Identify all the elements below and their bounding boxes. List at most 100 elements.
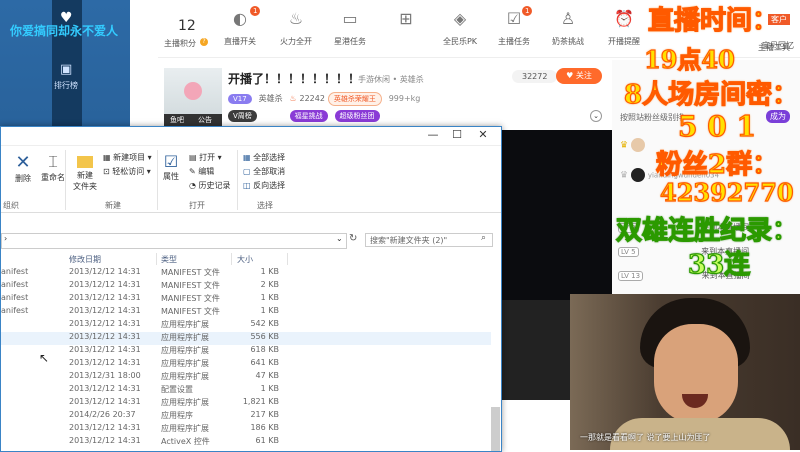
file-date: 2013/12/31 18:00 bbox=[69, 371, 141, 380]
file-size: 1 KB bbox=[260, 293, 279, 302]
file-row[interactable]: 2013/12/12 14:31 应用程序扩展 618 KB bbox=[1, 345, 491, 358]
file-size: 61 KB bbox=[255, 436, 279, 445]
file-size: 556 KB bbox=[250, 332, 279, 341]
search-icon[interactable]: ⌕ bbox=[481, 233, 486, 243]
toolbar-right-label[interactable]: 宝贝回忆 bbox=[762, 40, 794, 51]
file-name: anifest bbox=[1, 280, 29, 289]
file-date: 2013/12/12 14:31 bbox=[69, 293, 141, 302]
file-row[interactable]: 2013/12/12 14:31 应用程序扩展 186 KB bbox=[1, 423, 491, 436]
file-type: MANIFEST 文件 bbox=[161, 281, 220, 290]
file-row[interactable]: anifest 2013/12/12 14:31 MANIFEST 文件 1 KB bbox=[1, 267, 491, 280]
file-row[interactable]: 2013/12/12 14:31 ActiveX 控件 61 KB bbox=[1, 436, 491, 449]
thumb-tab-fishbar[interactable]: 鱼吧 bbox=[170, 115, 184, 125]
sidebar-item-ranking[interactable]: 排行榜 bbox=[54, 80, 78, 91]
ribbon: ✕ 删除 ⌶ 重命名 组织 新建 文件夹 ▦ 新建项目 ▾ ⊡ 轻松访问 ▾ 新… bbox=[1, 145, 501, 213]
select-none-button[interactable]: ▢ 全部取消 bbox=[243, 166, 285, 177]
easy-access-button[interactable]: ⊡ 轻松访问 ▾ bbox=[103, 166, 151, 177]
file-type: 应用程序扩展 bbox=[161, 424, 209, 433]
file-row[interactable]: 2013/12/12 14:31 应用程序扩展 556 KB bbox=[1, 332, 491, 345]
file-type: MANIFEST 文件 bbox=[161, 268, 220, 277]
column-header-row: 修改日期 类型 大小 bbox=[1, 251, 501, 267]
stream-video-area bbox=[500, 130, 612, 300]
file-row[interactable]: anifest 2013/12/12 14:31 MANIFEST 文件 1 KB bbox=[1, 306, 491, 319]
game-tag[interactable]: 英雄杀 bbox=[259, 94, 283, 103]
more-options-icon[interactable]: ⌄ bbox=[590, 110, 602, 122]
file-row[interactable]: 2013/12/12 14:31 配置设置 1 KB bbox=[1, 384, 491, 397]
toolbar-pk[interactable]: ◈ 全民乐PK bbox=[430, 8, 490, 47]
file-list: anifest 2013/12/12 14:31 MANIFEST 文件 1 KB an… bbox=[1, 267, 491, 451]
room-category[interactable]: 手游休闲 • 英雄杀 bbox=[358, 74, 424, 85]
toolbar-milktea[interactable]: ♙ 奶茶挑战 bbox=[538, 8, 598, 47]
select-all-button[interactable]: ▦ 全部选择 bbox=[243, 152, 285, 163]
fan-club-tag[interactable]: 超级粉丝团 bbox=[334, 110, 380, 122]
file-row[interactable]: 2013/12/12 14:31 应用程序扩展 542 KB bbox=[1, 319, 491, 332]
file-size: 217 KB bbox=[250, 410, 279, 419]
thumb-tab-notice[interactable]: 公告 bbox=[198, 115, 212, 125]
level-tag: V17 bbox=[228, 94, 252, 104]
crown-icon: ♛ bbox=[620, 170, 629, 181]
toolbar-star-task[interactable]: ▭ 星港任务 bbox=[320, 8, 380, 47]
search-input[interactable]: 搜索"新建文件夹 (2)" bbox=[365, 233, 493, 247]
avatar[interactable] bbox=[630, 138, 645, 152]
new-item-button[interactable]: ▦ 新建项目 ▾ bbox=[103, 152, 152, 163]
avatar[interactable] bbox=[630, 168, 645, 182]
toolbar-live-switch[interactable]: ◐ 1 直播开关 bbox=[210, 6, 270, 47]
points-label[interactable]: 主播积分 bbox=[164, 38, 196, 49]
open-button[interactable]: ▤ 打开 ▾ bbox=[189, 152, 222, 163]
toolbar-label: 全民乐PK bbox=[442, 37, 478, 46]
edit-button[interactable]: ✎ 编辑 bbox=[189, 166, 214, 177]
address-bar[interactable]: › ⌄ bbox=[1, 233, 347, 249]
overlay-line-4: 5 0 1 bbox=[677, 109, 756, 143]
overlay-line-2: 19点40 bbox=[643, 44, 735, 74]
toolbar-fire[interactable]: ♨ 火力全开 bbox=[266, 8, 326, 47]
challenge-tag[interactable]: 福星挑战 bbox=[289, 110, 328, 122]
column-header-size[interactable]: 大小 bbox=[237, 254, 253, 265]
column-header-type[interactable]: 类型 bbox=[161, 254, 177, 265]
room-tag-row2: V周榜 福星挑战 超级粉丝团 bbox=[228, 110, 380, 122]
select-none-label: 全部取消 bbox=[253, 167, 286, 176]
minimize-button[interactable]: — bbox=[421, 127, 445, 145]
file-size: 542 KB bbox=[250, 319, 279, 328]
scrollbar[interactable] bbox=[491, 407, 500, 451]
delete-button[interactable]: ✕ 删除 bbox=[15, 152, 31, 184]
address-dropdown-icon[interactable]: ⌄ bbox=[336, 234, 343, 243]
help-icon[interactable]: ? bbox=[200, 38, 208, 46]
file-type: 应用程序 bbox=[161, 411, 193, 420]
ranking-icon[interactable]: ▣ bbox=[60, 62, 72, 77]
toolbar-gift[interactable]: ⊞ bbox=[376, 8, 436, 36]
history-icon: ◔ bbox=[189, 181, 196, 190]
open-group-label: 打开 bbox=[189, 201, 205, 210]
history-button[interactable]: ◔ 历史记录 bbox=[189, 180, 231, 191]
follow-button[interactable]: ♥ 关注 bbox=[556, 68, 602, 84]
file-type: 应用程序扩展 bbox=[161, 346, 209, 355]
file-date: 2013/12/12 14:31 bbox=[69, 397, 141, 406]
select-all-icon: ▦ bbox=[243, 153, 251, 162]
file-row[interactable]: 2013/12/12 14:31 应用程序扩展 1,821 KB bbox=[1, 397, 491, 410]
refresh-icon[interactable]: ↻ bbox=[349, 233, 357, 244]
room-thumbnail[interactable]: 鱼吧 公告 bbox=[164, 68, 222, 126]
file-row[interactable]: 2014/2/26 20:37 应用程序 217 KB bbox=[1, 410, 491, 423]
file-row[interactable]: anifest 2013/12/12 14:31 MANIFEST 文件 1 KB bbox=[1, 293, 491, 306]
badge-tag[interactable]: 英雄杀荣耀王 bbox=[327, 92, 382, 106]
vip-week-tag[interactable]: V周榜 bbox=[228, 110, 257, 122]
file-row[interactable]: anifest 2013/12/12 14:31 MANIFEST 文件 2 KB bbox=[1, 280, 491, 293]
delete-icon: ✕ bbox=[15, 152, 31, 173]
file-date: 2013/12/12 14:31 bbox=[69, 436, 141, 445]
invert-selection-button[interactable]: ◫ 反向选择 bbox=[243, 180, 285, 191]
video-subtitle: 一那就是看看啊了 说了要上山为匪了 bbox=[580, 433, 711, 442]
join-fan-button[interactable]: 成为 bbox=[766, 110, 790, 123]
fan-level-badge: LV 13 bbox=[618, 271, 644, 281]
properties-button[interactable]: ☑ 属性 bbox=[163, 152, 179, 182]
file-row[interactable]: 2013/12/31 18:00 应用程序扩展 47 KB bbox=[1, 371, 491, 384]
maximize-button[interactable]: ☐ bbox=[445, 127, 469, 145]
alarm-icon: ⏰ bbox=[614, 9, 634, 28]
delete-label: 删除 bbox=[15, 174, 31, 183]
heart-icon: ♥ bbox=[566, 71, 574, 80]
file-row[interactable]: 2013/12/12 14:31 应用程序扩展 641 KB bbox=[1, 358, 491, 371]
rename-button[interactable]: ⌶ 重命名 bbox=[41, 152, 65, 183]
toolbar-anchor-task[interactable]: ☑ 1 主播任务 bbox=[484, 6, 544, 47]
new-folder-button[interactable]: 新建 文件夹 bbox=[73, 152, 97, 192]
column-header-date[interactable]: 修改日期 bbox=[69, 254, 101, 265]
file-type: 应用程序扩展 bbox=[161, 320, 209, 329]
window-titlebar[interactable]: — ☐ ✕ ⌄ ? bbox=[1, 127, 501, 155]
